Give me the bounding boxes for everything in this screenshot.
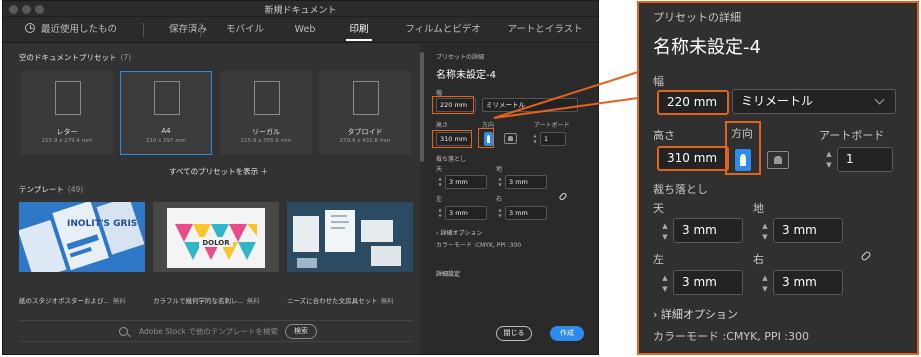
- artboard-input[interactable]: 1: [837, 147, 893, 172]
- bleed-top-input[interactable]: 3 mm: [673, 218, 743, 243]
- advanced-options-toggle[interactable]: › 詳細オプション: [653, 306, 738, 322]
- bleed-left-input[interactable]: 3 mm: [673, 270, 743, 295]
- artboard-stepper[interactable]: ▲ ▼: [823, 149, 835, 171]
- bleed-bottom-label: 地: [753, 202, 764, 215]
- chevron-down-icon: [874, 94, 885, 105]
- color-mode-text: カラーモード :CMYK, PPI :300: [653, 330, 810, 343]
- bleed-bottom-input[interactable]: 3 mm: [773, 218, 843, 243]
- bleed-top-label: 天: [653, 202, 664, 215]
- stage: 新規ドキュメント 最近使用したもの 保存済み モバイル Web 印刷 フィルムと…: [0, 0, 921, 357]
- bleed-right-stepper[interactable]: ▲ ▼: [759, 273, 771, 295]
- portrait-icon: [739, 153, 747, 167]
- zoomed-preset-details: プリセットの詳細 名称未設定-4 幅 220 mm ミリメートル 高さ 方向 ア…: [637, 1, 919, 355]
- width-label: 幅: [653, 75, 664, 88]
- portrait-orientation-button[interactable]: [735, 149, 751, 171]
- bleed-left-label: 左: [653, 253, 664, 266]
- bleed-right-label: 右: [753, 253, 764, 266]
- unit-select-value: ミリメートル: [741, 94, 814, 108]
- artboard-label: アートボード: [819, 129, 885, 142]
- bleed-bottom-stepper[interactable]: ▲ ▼: [759, 221, 771, 243]
- width-input[interactable]: 220 mm: [657, 90, 729, 115]
- details-header: プリセットの詳細: [653, 11, 741, 24]
- advanced-options-label: 詳細オプション: [660, 308, 738, 321]
- link-icon[interactable]: [860, 250, 872, 262]
- unit-select[interactable]: ミリメートル: [732, 89, 896, 114]
- landscape-orientation-button[interactable]: [767, 151, 789, 169]
- document-name-field[interactable]: 名称未設定-4: [653, 33, 761, 59]
- bleed-top-stepper[interactable]: ▲ ▼: [659, 221, 671, 243]
- height-input[interactable]: 310 mm: [657, 146, 729, 171]
- bleed-right-input[interactable]: 3 mm: [773, 270, 843, 295]
- bleed-left-stepper[interactable]: ▲ ▼: [659, 273, 671, 295]
- bleed-label: 裁ち落とし: [653, 183, 708, 196]
- height-label: 高さ: [653, 129, 675, 142]
- landscape-icon: [774, 155, 782, 165]
